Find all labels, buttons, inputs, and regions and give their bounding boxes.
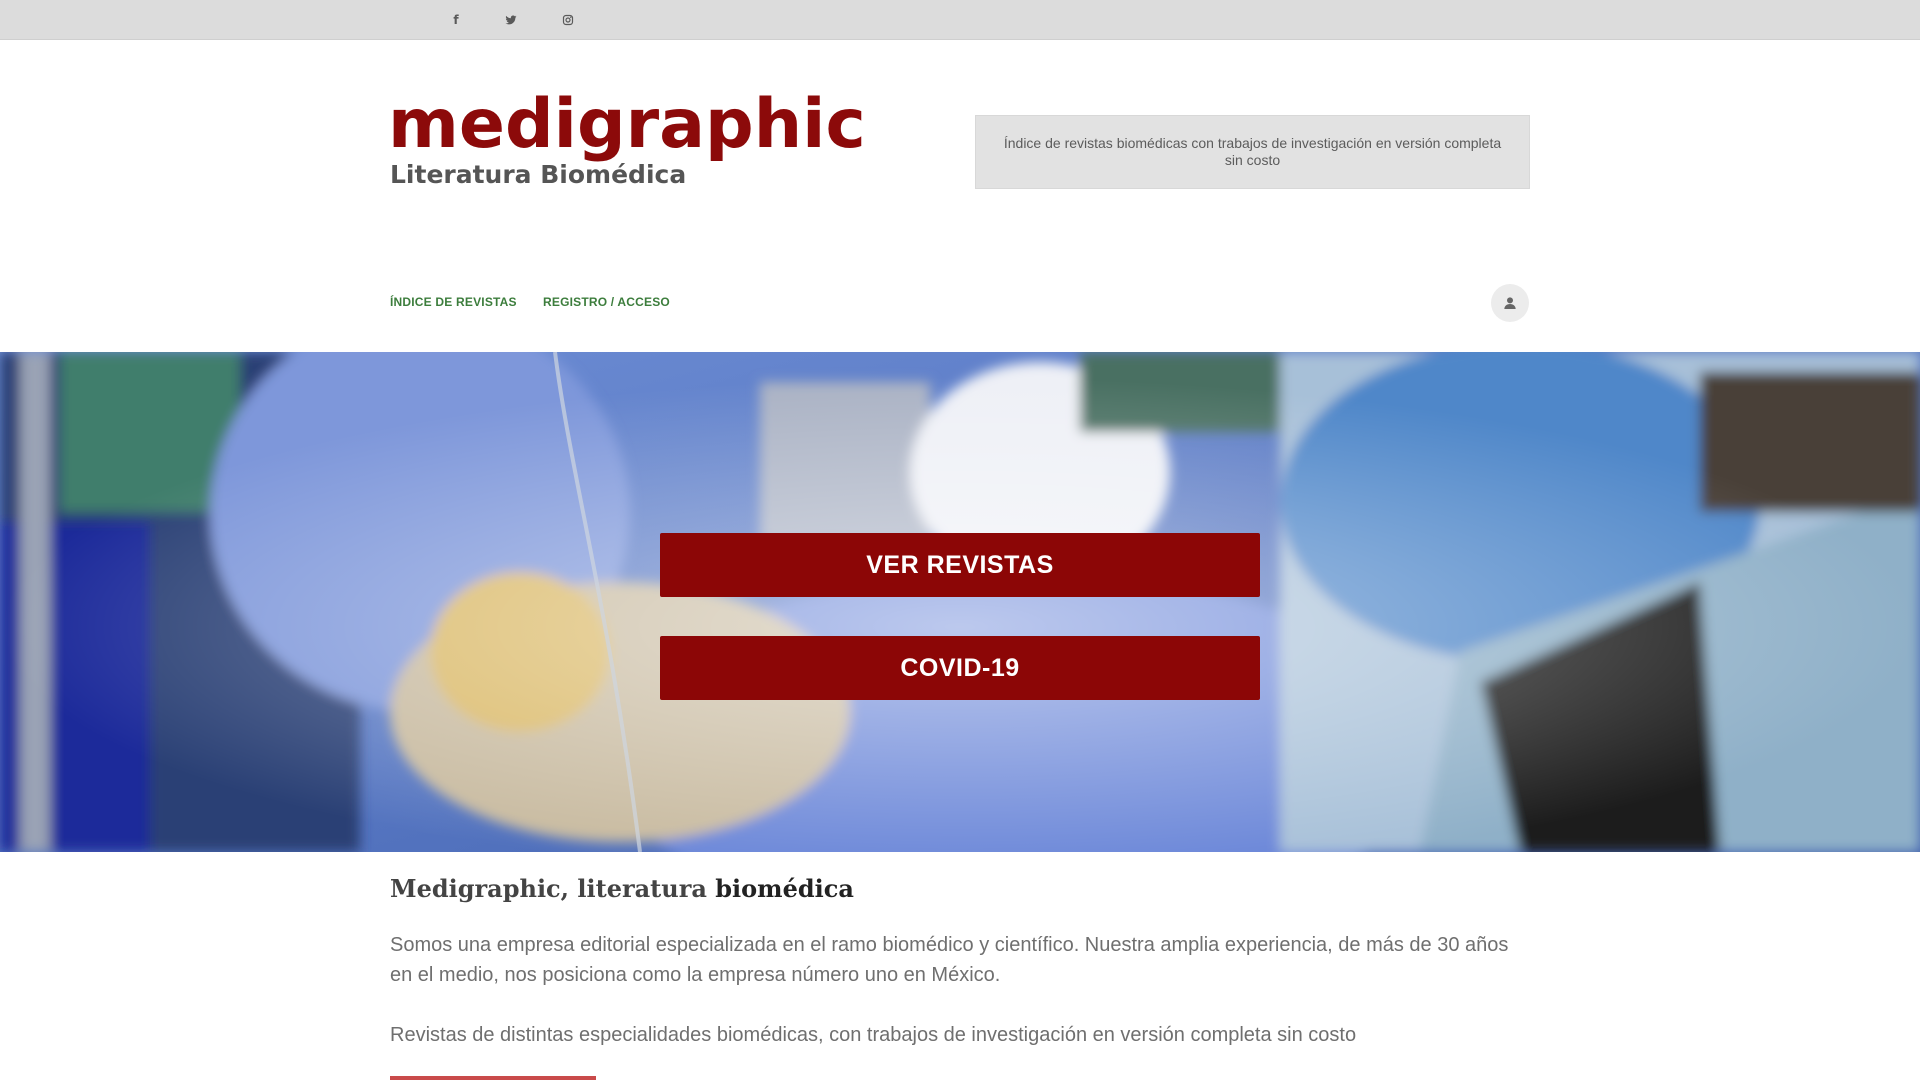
instagram-icon[interactable] bbox=[559, 11, 577, 29]
logo-subtitle: Literatura Biomédica bbox=[390, 160, 687, 189]
nav-item-indice-revistas[interactable]: ÍNDICE DE REVISTAS bbox=[390, 295, 517, 309]
intro-paragraph: Somos una empresa editorial especializad… bbox=[390, 934, 1509, 986]
social-bar: f bbox=[0, 0, 1920, 40]
accent-divider bbox=[390, 1076, 596, 1080]
facebook-icon[interactable]: f bbox=[447, 11, 465, 29]
logo-wordmark: medigraphic bbox=[388, 85, 866, 164]
surgery-photo bbox=[0, 352, 1920, 852]
user-account-button[interactable] bbox=[1491, 284, 1529, 322]
tagline-box: Índice de revistas biomédicas con trabaj… bbox=[975, 115, 1530, 189]
ver-revistas-button[interactable]: VER REVISTAS bbox=[660, 533, 1260, 597]
site-header: medigraphic Literatura Biomédica Índice … bbox=[0, 41, 1920, 251]
tagline-text: Índice de revistas biomédicas con trabaj… bbox=[1003, 135, 1502, 168]
site-logo[interactable]: medigraphic Literatura Biomédica bbox=[388, 85, 866, 189]
user-icon bbox=[1504, 297, 1516, 309]
covid-19-button[interactable]: COVID-19 bbox=[660, 636, 1260, 700]
hero-banner: VER REVISTAS COVID-19 bbox=[0, 352, 1920, 852]
nav-item-registro-acceso[interactable]: REGISTRO / ACCESO bbox=[543, 295, 670, 309]
main-nav: ÍNDICE DE REVISTAS REGISTRO / ACCESO bbox=[0, 251, 1920, 352]
section-title: Medigraphic, literatura biomédica bbox=[390, 874, 854, 903]
twitter-icon[interactable] bbox=[502, 11, 520, 29]
description-paragraph: Revistas de distintas especialidades bio… bbox=[390, 1024, 1357, 1046]
